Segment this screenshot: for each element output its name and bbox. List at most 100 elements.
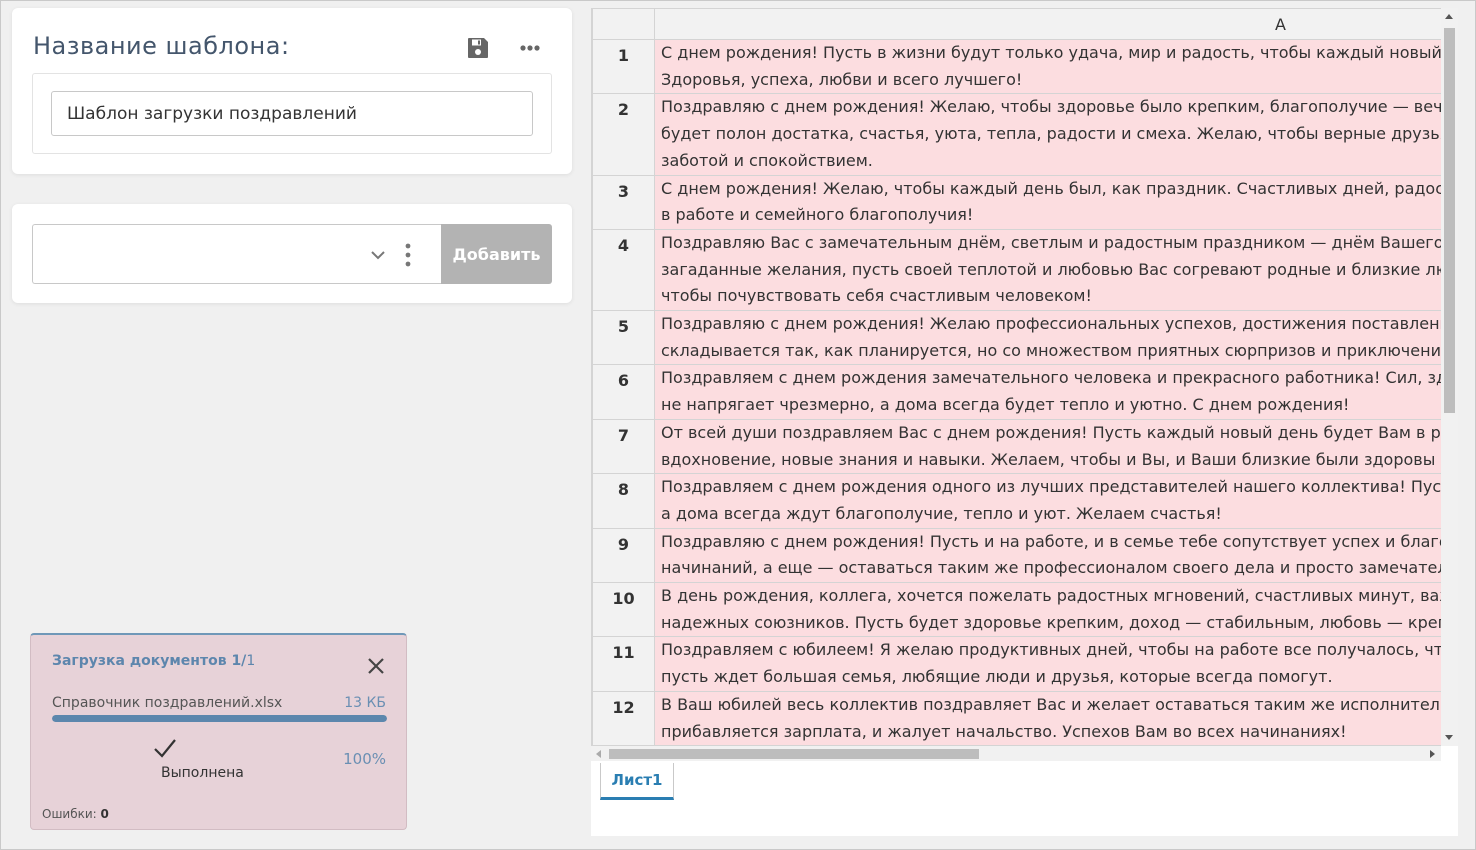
cell-text-line: пусть ждет большая семья, любящие люди и… — [661, 667, 1333, 687]
table-row: 12 В Ваш юбилей весь коллектив поздравляе… — [592, 690, 1441, 746]
cell-text-line: вдохновение, новые знания и навыки. Жела… — [661, 449, 1441, 469]
scroll-right-arrow-icon[interactable] — [1430, 750, 1435, 758]
sheet-select[interactable] — [32, 224, 442, 284]
cell-text-line: В Ваш юбилей весь коллектив поздравляет … — [661, 694, 1441, 714]
vertical-scrollbar[interactable] — [1441, 8, 1458, 746]
cell-text-line: надежных союзников. Пусть будет здоровье… — [661, 612, 1441, 632]
row-number[interactable]: 11 — [592, 636, 655, 692]
cell-text-line: будет полон достатка, счастья, уюта, теп… — [661, 124, 1441, 144]
cell-text-line: Здоровья, успеха, любви и всего лучшего! — [661, 69, 1023, 89]
spreadsheet-grid: A 1 С днем рождения! Пусть в жизни будут … — [591, 8, 1441, 746]
upload-errors-label: Ошибки: — [42, 807, 97, 821]
horizontal-scroll-thumb[interactable] — [609, 749, 979, 759]
cell-text-line: а дома всегда ждут благополучие, тепло и… — [661, 503, 1222, 523]
table-row: 3 С днем рождения! Желаю, чтобы каждый де… — [592, 174, 1441, 230]
sheet-tab-list1[interactable]: Лист1 — [600, 763, 674, 800]
row-number[interactable]: 2 — [592, 93, 655, 176]
chevron-down-icon[interactable] — [370, 245, 386, 265]
row-number[interactable]: 9 — [592, 527, 655, 584]
upload-file-name: Справочник поздравлений.xlsx — [52, 695, 283, 711]
spreadsheet-viewer: A 1 С днем рождения! Пусть в жизни будут … — [591, 8, 1458, 836]
row-number[interactable]: 6 — [592, 364, 655, 420]
floppy-disk-icon — [468, 38, 488, 58]
cell-text-line: в работе и семейного благополучия! — [661, 205, 974, 225]
upload-progress-fill — [52, 715, 387, 722]
row-number[interactable]: 10 — [592, 582, 655, 638]
table-cell[interactable]: С днем рождения! Пусть в жизни будут тол… — [654, 38, 1441, 95]
scroll-up-arrow-icon[interactable] — [1445, 14, 1453, 19]
row-number[interactable]: 12 — [592, 690, 655, 746]
vertical-scroll-thumb[interactable] — [1444, 28, 1455, 413]
ellipsis-icon — [520, 45, 540, 51]
close-icon[interactable] — [365, 655, 387, 677]
upload-errors: Ошибки: 0 — [42, 807, 109, 821]
table-cell[interactable]: Поздравляю с днем рождения! Желаю профес… — [654, 310, 1441, 366]
cell-text-line: складывается так, как планируется, но со… — [661, 340, 1441, 360]
upload-title-count: 1 — [246, 653, 256, 669]
table-cell[interactable]: С днем рождения! Желаю, чтобы каждый ден… — [654, 174, 1441, 230]
horizontal-scrollbar[interactable] — [591, 746, 1441, 761]
table-cell[interactable]: В Ваш юбилей весь коллектив поздравляет … — [654, 690, 1441, 746]
template-name-input[interactable] — [51, 91, 533, 136]
table-row: 5 Поздравляю с днем рождения! Желаю профе… — [592, 310, 1441, 366]
cell-text-line: В день рождения, коллега, хочется пожела… — [661, 586, 1441, 606]
upload-errors-count: 0 — [100, 807, 109, 821]
scroll-left-arrow-icon[interactable] — [596, 750, 601, 758]
table-row: 11 Поздравляем с юбилеем! Я желаю продукт… — [592, 636, 1441, 692]
table-row: 10 В день рождения, коллега, хочется поже… — [592, 582, 1441, 638]
column-header-a[interactable]: A — [654, 8, 1441, 40]
table-cell[interactable]: Поздравляю Вас с замечательным днём, све… — [654, 228, 1441, 312]
cell-text-line: заботой и спокойствием. — [661, 150, 873, 170]
cell-text-line: Поздравляю с днем рождения! Пусть и на р… — [661, 531, 1441, 551]
table-cell[interactable]: Поздравляем с юбилеем! Я желаю продуктив… — [654, 636, 1441, 692]
cell-text-line: Поздравляем с юбилеем! Я желаю продуктив… — [661, 640, 1441, 660]
cell-text-line: чтобы почувствовать себя счастливым чело… — [661, 286, 1092, 306]
add-sheet-card: Добавить — [12, 204, 572, 303]
more-options-button[interactable] — [515, 33, 545, 63]
table-row: 7 От всей души поздравляем Вас с днем рож… — [592, 418, 1441, 475]
row-number[interactable]: 3 — [592, 174, 655, 230]
cell-text-line: Поздравляю с днем рождения! Желаю профес… — [661, 314, 1441, 334]
table-cell[interactable]: Поздравляю с днем рождения! Пусть и на р… — [654, 527, 1441, 584]
upload-status: Выполнена — [161, 765, 244, 781]
cell-text-line: Поздравляю с днем рождения! Желаю, чтобы… — [661, 97, 1441, 117]
row-number[interactable]: 8 — [592, 473, 655, 529]
template-title: Название шаблона: — [33, 32, 290, 60]
table-row: 9 Поздравляю с днем рождения! Пусть и на … — [592, 527, 1441, 584]
upload-title-text: Загрузка документов 1/ — [52, 653, 247, 669]
template-name-box — [32, 73, 552, 154]
row-number[interactable]: 1 — [592, 38, 655, 95]
table-row: 8 Поздравляем с днем рождения одного из л… — [592, 473, 1441, 529]
cell-text-line: начинаний, а еще — оставаться таким же п… — [661, 558, 1441, 578]
row-number[interactable]: 7 — [592, 418, 655, 475]
cell-text-line: Поздравляем с днем рождения замечательно… — [661, 368, 1441, 388]
row-number[interactable]: 4 — [592, 228, 655, 312]
cell-text-line: Поздравляем с днем рождения одного из лу… — [661, 477, 1441, 497]
upload-file-size: 13 КБ — [344, 695, 386, 711]
table-cell[interactable]: Поздравляем с днем рождения одного из лу… — [654, 473, 1441, 529]
cell-text-line: не напрягает чрезмерно, а дома всегда бу… — [661, 395, 1350, 415]
cell-text-line: С днем рождения! Пусть в жизни будут тол… — [661, 43, 1441, 62]
cell-text-line: загаданные желания, пусть своей теплотой… — [661, 259, 1441, 279]
table-row: 4 Поздравляю Вас с замечательным днём, св… — [592, 228, 1441, 312]
cell-text-line: прибавляется зарплата, и жалует начальст… — [661, 721, 1347, 741]
cell-text-line: От всей души поздравляем Вас с днем рожд… — [661, 422, 1441, 442]
table-cell[interactable]: От всей души поздравляем Вас с днем рожд… — [654, 418, 1441, 475]
select-all-corner[interactable] — [592, 8, 655, 40]
cell-text-line: С днем рождения! Желаю, чтобы каждый ден… — [661, 178, 1441, 198]
table-cell[interactable]: Поздравляем с днем рождения замечательно… — [654, 364, 1441, 420]
spreadsheet-table: A 1 С днем рождения! Пусть в жизни будут … — [592, 8, 1441, 746]
upload-progress-bar — [52, 715, 387, 722]
upload-title: Загрузка документов 1/1 — [52, 653, 255, 669]
table-cell[interactable]: В день рождения, коллега, хочется пожела… — [654, 582, 1441, 638]
scroll-down-arrow-icon[interactable] — [1445, 735, 1453, 740]
save-button[interactable] — [463, 33, 493, 63]
upload-percent: 100% — [343, 750, 386, 768]
table-cell[interactable]: Поздравляю с днем рождения! Желаю, чтобы… — [654, 93, 1441, 176]
row-number[interactable]: 5 — [592, 310, 655, 366]
upload-panel: Загрузка документов 1/1 Справочник поздр… — [30, 633, 407, 830]
checkmark-icon — [154, 739, 176, 758]
vertical-ellipsis-icon[interactable] — [400, 241, 416, 269]
table-row: 1 С днем рождения! Пусть в жизни будут то… — [592, 38, 1441, 95]
add-button[interactable]: Добавить — [441, 224, 552, 284]
